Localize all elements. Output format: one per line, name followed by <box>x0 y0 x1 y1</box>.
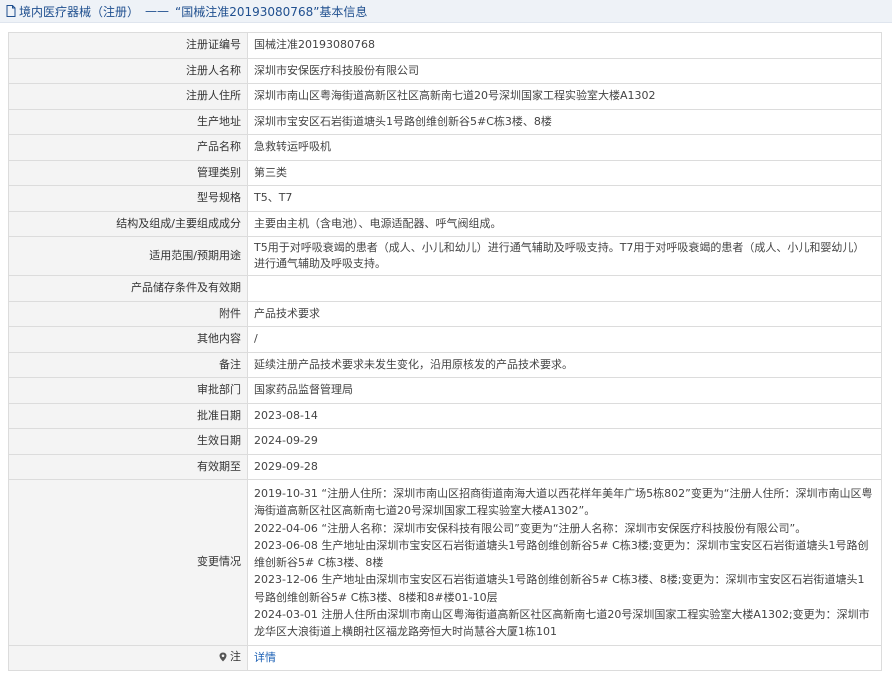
field-value: 延续注册产品技术要求未发生变化，沿用原核发的产品技术要求。 <box>247 351 882 378</box>
field-label: 注册人住所 <box>8 83 248 110</box>
changes-label: 变更情况 <box>8 479 248 646</box>
field-label: 注册人名称 <box>8 57 248 84</box>
document-icon <box>6 5 16 17</box>
change-entry: 2023-06-08 生产地址由深圳市宝安区石岩街道塘头1号路创维创新谷5# C… <box>254 538 869 570</box>
field-value: 2023-08-14 <box>247 402 882 429</box>
field-label: 产品储存条件及有效期 <box>8 275 248 302</box>
field-value <box>247 275 882 302</box>
field-value: 国家药品监督管理局 <box>247 377 882 404</box>
field-label: 生产地址 <box>8 108 248 135</box>
header-title: 境内医疗器械（注册） <box>19 4 140 19</box>
field-label: 生效日期 <box>8 428 248 455</box>
table-row: 管理类别 第三类 <box>8 159 882 186</box>
header-dash: —— <box>145 4 170 18</box>
table-row-note: 注 详情 <box>8 644 882 672</box>
table-row: 生效日期 2024-09-29 <box>8 428 882 455</box>
field-value: 国械注准20193080768 <box>247 32 882 59</box>
table-row: 有效期至 2029-09-28 <box>8 453 882 480</box>
field-value: 2029-09-28 <box>247 453 882 480</box>
field-value: 2024-09-29 <box>247 428 882 455</box>
table-row: 审批部门 国家药品监督管理局 <box>8 377 882 404</box>
location-pin-icon <box>219 652 227 662</box>
field-value: T5用于对呼吸衰竭的患者（成人、小儿和幼儿）进行通气辅助及呼吸支持。T7用于对呼… <box>247 236 882 276</box>
field-value: 深圳市南山区粤海街道高新区社区高新南七道20号深圳国家工程实验室大楼A1302 <box>247 83 882 110</box>
header-subtitle: “国械注准20193080768”基本信息 <box>175 4 368 19</box>
field-label: 备注 <box>8 351 248 378</box>
table-row-changes: 变更情况 2019-10-31 “注册人住所：深圳市南山区招商街道南海大道以西花… <box>8 479 882 646</box>
page-header: 境内医疗器械（注册） —— “国械注准20193080768”基本信息 <box>0 0 892 23</box>
field-label: 审批部门 <box>8 377 248 404</box>
detail-link[interactable]: 详情 <box>254 651 276 664</box>
field-value: 深圳市宝安区石岩街道塘头1号路创维创新谷5#C栋3楼、8楼 <box>247 108 882 135</box>
change-entry: 2023-12-06 生产地址由深圳市宝安区石岩街道塘头1号路创维创新谷5# C… <box>254 573 865 604</box>
field-label: 有效期至 <box>8 453 248 480</box>
note-label: 注 <box>218 649 241 665</box>
table-row: 适用范围/预期用途 T5用于对呼吸衰竭的患者（成人、小儿和幼儿）进行通气辅助及呼… <box>8 236 882 276</box>
field-value: 急救转运呼吸机 <box>247 134 882 161</box>
table-row: 注册证编号 国械注准20193080768 <box>8 32 882 59</box>
note-label-cell: 注 <box>8 644 248 672</box>
table-row: 批准日期 2023-08-14 <box>8 402 882 429</box>
table-row: 型号规格 T5、T7 <box>8 185 882 212</box>
table-row: 备注 延续注册产品技术要求未发生变化，沿用原核发的产品技术要求。 <box>8 351 882 378</box>
table-row: 注册人住所 深圳市南山区粤海街道高新区社区高新南七道20号深圳国家工程实验室大楼… <box>8 83 882 110</box>
change-entry: 2024-03-01 注册人住所由深圳市南山区粤海街道高新区社区高新南七道20号… <box>254 608 870 639</box>
field-label: 其他内容 <box>8 326 248 353</box>
device-info-table: 注册证编号 国械注准20193080768 注册人名称 深圳市安保医疗科技股份有… <box>8 32 882 672</box>
field-value: T5、T7 <box>247 185 882 212</box>
field-label: 附件 <box>8 300 248 327</box>
field-label: 产品名称 <box>8 134 248 161</box>
note-label-text: 注 <box>230 649 241 663</box>
field-value: 第三类 <box>247 159 882 186</box>
field-value: 主要由主机（含电池）、电源适配器、呼气阀组成。 <box>247 210 882 237</box>
field-label: 管理类别 <box>8 159 248 186</box>
changes-value: 2019-10-31 “注册人住所：深圳市南山区招商街道南海大道以西花样年美年广… <box>247 479 882 646</box>
field-label: 结构及组成/主要组成成分 <box>8 210 248 237</box>
change-entry: 2022-04-06 “注册人名称：深圳市安保科技有限公司”变更为“注册人名称：… <box>254 521 807 535</box>
field-label: 型号规格 <box>8 185 248 212</box>
field-value: 产品技术要求 <box>247 300 882 327</box>
table-row: 生产地址 深圳市宝安区石岩街道塘头1号路创维创新谷5#C栋3楼、8楼 <box>8 108 882 135</box>
field-value: 深圳市安保医疗科技股份有限公司 <box>247 57 882 84</box>
table-row: 附件 产品技术要求 <box>8 300 882 327</box>
field-label: 批准日期 <box>8 402 248 429</box>
note-value: 详情 <box>247 644 882 672</box>
field-label: 适用范围/预期用途 <box>8 236 248 276</box>
field-value: / <box>247 326 882 353</box>
change-entry: 2019-10-31 “注册人住所：深圳市南山区招商街道南海大道以西花样年美年广… <box>254 487 873 518</box>
table-row: 结构及组成/主要组成成分 主要由主机（含电池）、电源适配器、呼气阀组成。 <box>8 210 882 237</box>
table-row: 其他内容 / <box>8 326 882 353</box>
table-row: 产品名称 急救转运呼吸机 <box>8 134 882 161</box>
table-row: 产品储存条件及有效期 <box>8 275 882 302</box>
field-label: 注册证编号 <box>8 32 248 59</box>
table-row: 注册人名称 深圳市安保医疗科技股份有限公司 <box>8 57 882 84</box>
